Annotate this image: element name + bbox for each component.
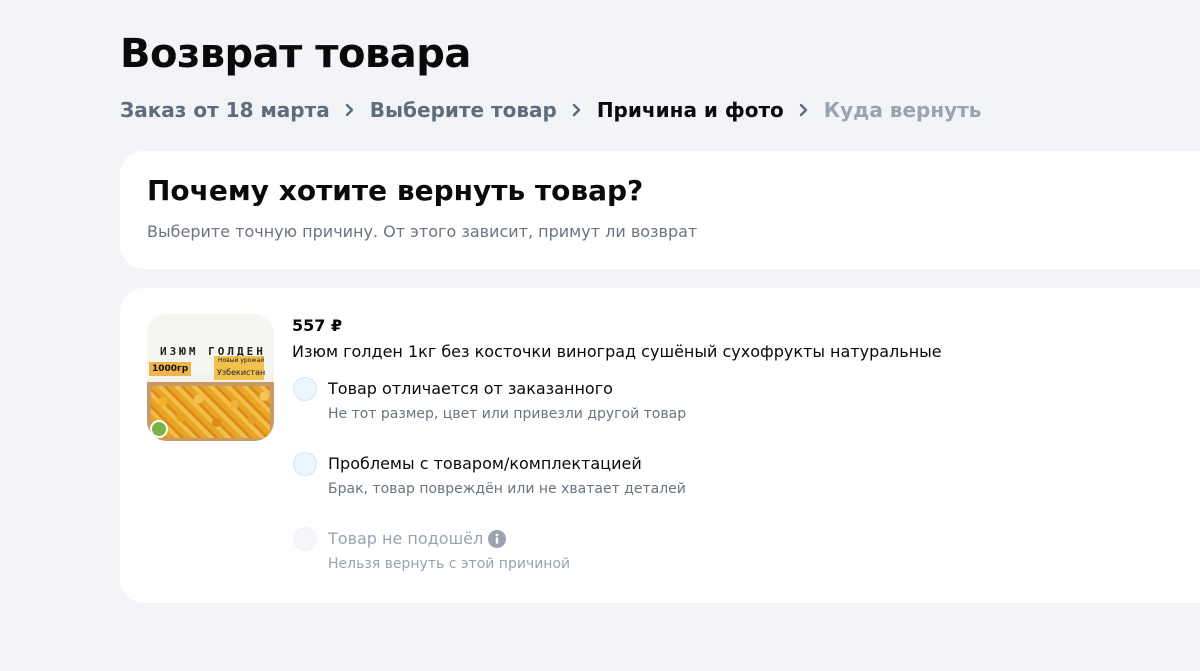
chevron-right-icon [337, 96, 363, 124]
product-image-raisins [151, 386, 270, 438]
breadcrumb-return-destination: Куда вернуть [823, 98, 982, 122]
page-title: Возврат товара [120, 31, 471, 77]
product-image-tag-country: Узбекистан [217, 368, 266, 377]
info-icon[interactable] [488, 530, 506, 548]
reason-option-label: Проблемы с товаром/комплектацией [328, 454, 642, 473]
reason-option-label: Товар не подошёл [328, 529, 484, 548]
reason-option-label: Товар отличается от заказанного [328, 379, 613, 398]
chevron-right-icon [791, 96, 817, 124]
reason-option-description: Нельзя вернуть с этой причиной [328, 556, 571, 572]
product-image-weight: 1000гр [149, 362, 192, 376]
question-title: Почему хотите вернуть товар? [147, 174, 644, 207]
product-price: 557 ₽ [292, 316, 343, 335]
reason-option-not-suitable: Товар не подошёл Нельзя вернуть с этой п… [292, 526, 852, 582]
leaf-badge-icon [150, 420, 168, 438]
reason-option-description: Брак, товар повреждён или не хватает дет… [328, 481, 686, 497]
product-image-tag-small: Новый урожай [218, 357, 265, 364]
product-name: Изюм голден 1кг без косточки виноград су… [292, 342, 942, 361]
reason-option-description: Не тот размер, цвет или привезли другой … [328, 406, 687, 422]
breadcrumb-reason-photo: Причина и фото [596, 98, 784, 122]
product-reason-card: ИЗЮМ ГОЛДЕН 1000гр Новый урожай Узбекист… [120, 288, 1200, 603]
reason-option-different-item[interactable]: Товар отличается от заказанного Не тот р… [292, 376, 852, 432]
product-image: ИЗЮМ ГОЛДЕН 1000гр Новый урожай Узбекист… [147, 314, 274, 441]
question-subtitle: Выберите точную причину. От этого зависи… [147, 222, 698, 241]
radio-button[interactable] [293, 452, 317, 476]
chevron-right-icon [564, 96, 590, 124]
question-card: Почему хотите вернуть товар? Выберите то… [120, 151, 1200, 269]
return-page: Возврат товара Заказ от 18 марта Выберит… [0, 0, 1200, 671]
radio-button[interactable] [293, 377, 317, 401]
reason-option-defect[interactable]: Проблемы с товаром/комплектацией Брак, т… [292, 451, 852, 507]
breadcrumb-order[interactable]: Заказ от 18 марта [120, 98, 330, 122]
breadcrumb-select-product[interactable]: Выберите товар [370, 98, 557, 122]
radio-button-disabled [293, 527, 317, 551]
breadcrumb: Заказ от 18 марта Выберите товар Причина… [120, 96, 981, 124]
